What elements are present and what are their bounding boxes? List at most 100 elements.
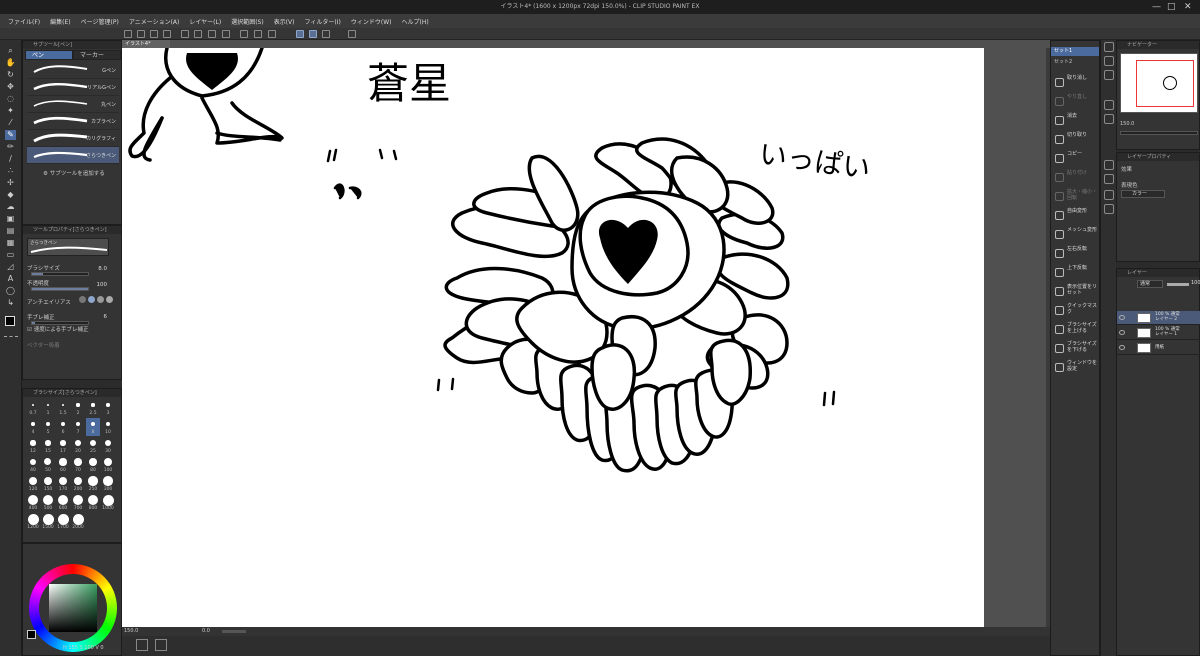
document-tab[interactable]: イラスト4*	[122, 40, 170, 48]
qa-reset-view[interactable]: 表示位置をリセット	[1053, 284, 1099, 302]
move-tool-icon[interactable]: ✥	[5, 82, 16, 92]
brush-size-option[interactable]: 1000	[101, 494, 115, 512]
expression-color-select[interactable]: カラー	[1121, 190, 1165, 198]
brush-size-option[interactable]: 25	[86, 437, 100, 455]
brush-size-option[interactable]: 200	[71, 475, 85, 493]
brush-size-option[interactable]: 2.5	[86, 399, 100, 417]
visibility-eye-icon[interactable]	[1119, 345, 1125, 350]
menu-window[interactable]: ウィンドウ(W)	[351, 17, 392, 26]
qa-copy[interactable]: コピー	[1053, 151, 1099, 169]
brush-size-option[interactable]: 0.7	[26, 399, 40, 417]
qa-set-2[interactable]: セット2	[1051, 58, 1099, 67]
speed-stabilize-checkbox[interactable]: ☑ 速度による手ブレ補正	[27, 325, 89, 333]
navigator-icon[interactable]	[1104, 42, 1114, 52]
menu-selection[interactable]: 選択範囲(S)	[231, 17, 264, 26]
new-file-icon[interactable]	[124, 30, 132, 38]
brush-size-option[interactable]: 100	[101, 456, 115, 474]
qa-window-settings[interactable]: ウィンドウを設定	[1053, 360, 1099, 378]
fill-tool-icon[interactable]: ▣	[5, 214, 16, 224]
brush-size-option[interactable]: 8	[86, 418, 100, 436]
qa-scale-rotate[interactable]: 拡大・縮小・回転	[1053, 189, 1099, 207]
brush-size-value[interactable]: 8.0	[89, 266, 107, 272]
rotate-tool-icon[interactable]: ↻	[5, 70, 16, 80]
invert-icon[interactable]	[240, 30, 248, 38]
pencil-tool-icon[interactable]: ✏	[5, 142, 16, 152]
brush-size-option[interactable]: 6	[56, 418, 70, 436]
selection-icon[interactable]	[222, 30, 230, 38]
qa-redo[interactable]: やり直し	[1053, 94, 1099, 112]
brush-size-option[interactable]: 12	[26, 437, 40, 455]
menu-edit[interactable]: 編集(E)	[50, 17, 70, 26]
menu-filter[interactable]: フィルター(I)	[305, 17, 341, 26]
blend-tool-icon[interactable]: ☁	[5, 202, 16, 212]
brush-size-option[interactable]: 15	[41, 437, 55, 455]
layer-search-icon[interactable]	[1104, 160, 1114, 170]
drawing-canvas[interactable]: 蒼星 いっぱい	[122, 48, 984, 627]
brush-size-option[interactable]: 70	[71, 456, 85, 474]
ruler-tool-icon[interactable]: ◿	[5, 262, 16, 272]
gradient-tool-icon[interactable]: ▤	[5, 226, 16, 236]
snap-special-ruler-icon[interactable]	[309, 30, 317, 38]
brush-size-option[interactable]: 150	[41, 475, 55, 493]
visibility-eye-icon[interactable]	[1119, 315, 1125, 320]
qa-set-1[interactable]: セット1	[1051, 47, 1099, 56]
menu-file[interactable]: ファイル(F)	[8, 17, 40, 26]
history-icon[interactable]	[1104, 70, 1114, 80]
qa-brush-size-down[interactable]: ブラシサイズを下げる	[1053, 341, 1099, 359]
brush-size-option[interactable]: 2000	[71, 513, 85, 531]
brush-size-option[interactable]: 10	[101, 418, 115, 436]
qa-undo[interactable]: 取り消し	[1053, 75, 1099, 93]
open-icon[interactable]	[137, 30, 145, 38]
settings-icon[interactable]	[348, 30, 356, 38]
brush-size-option[interactable]: 300	[101, 475, 115, 493]
deselect-icon[interactable]	[254, 30, 262, 38]
brush-item-kabura-pen[interactable]: カブラペン	[27, 113, 119, 130]
brush-size-option[interactable]: 120	[26, 475, 40, 493]
material-icon[interactable]	[1104, 100, 1114, 110]
brush-size-option[interactable]: 2	[71, 399, 85, 417]
menu-page[interactable]: ページ管理(P)	[81, 17, 119, 26]
menu-animation[interactable]: アニメーション(A)	[129, 17, 180, 26]
lasso-tool-icon[interactable]: ◌	[5, 94, 16, 104]
opacity-slider[interactable]	[31, 287, 89, 291]
transform-icon[interactable]	[268, 30, 276, 38]
brush-size-option[interactable]: 1500	[41, 513, 55, 531]
export-icon[interactable]	[163, 30, 171, 38]
brush-size-option[interactable]: 30	[101, 437, 115, 455]
brush-size-option[interactable]: 1.5	[56, 399, 70, 417]
brush-size-option[interactable]: 800	[86, 494, 100, 512]
layer-row-2[interactable]: 100 % 通常 レイヤー 2	[1117, 311, 1200, 325]
balloon-tool-icon[interactable]: ◯	[5, 286, 16, 296]
brush-size-option[interactable]: 80	[86, 456, 100, 474]
snap-grid-icon[interactable]	[322, 30, 330, 38]
save-icon[interactable]	[150, 30, 158, 38]
main-color-swatch[interactable]	[5, 316, 15, 326]
timeline-icon[interactable]	[136, 639, 148, 651]
menu-view[interactable]: 表示(V)	[274, 17, 295, 26]
navigator-zoom[interactable]: 150.0	[1120, 121, 1134, 127]
brush-tool-icon[interactable]: ∕	[5, 154, 16, 164]
brush-size-option[interactable]: 600	[56, 494, 70, 512]
zoom-slider[interactable]	[222, 630, 246, 633]
opacity-value[interactable]: 100	[89, 282, 108, 288]
brush-size-option[interactable]: 700	[71, 494, 85, 512]
magic-wand-icon[interactable]: ✦	[5, 106, 16, 116]
hand-tool-icon[interactable]: ✋	[5, 58, 16, 68]
text-tool-icon[interactable]: A	[5, 274, 16, 284]
brush-size-option[interactable]: 60	[56, 456, 70, 474]
color-set-icon[interactable]	[1104, 204, 1114, 214]
layer-opacity-slider[interactable]	[1167, 283, 1189, 286]
brush-size-option[interactable]: 250	[86, 475, 100, 493]
brush-size-option[interactable]: 1	[41, 399, 55, 417]
qa-mesh-transform[interactable]: メッシュ変形	[1053, 227, 1099, 245]
brush-size-option[interactable]: 400	[26, 494, 40, 512]
brush-size-option[interactable]: 5	[41, 418, 55, 436]
eraser-tool-icon[interactable]: ◆	[5, 190, 16, 200]
clear-icon[interactable]	[208, 30, 216, 38]
close-button[interactable]: ✕	[1184, 0, 1192, 14]
qa-free-transform[interactable]: 自由変形	[1053, 208, 1099, 226]
antialias-selector[interactable]	[79, 296, 113, 304]
brush-size-slider[interactable]	[31, 272, 89, 276]
brush-size-option[interactable]: 4	[26, 418, 40, 436]
brush-size-option[interactable]: 170	[56, 475, 70, 493]
